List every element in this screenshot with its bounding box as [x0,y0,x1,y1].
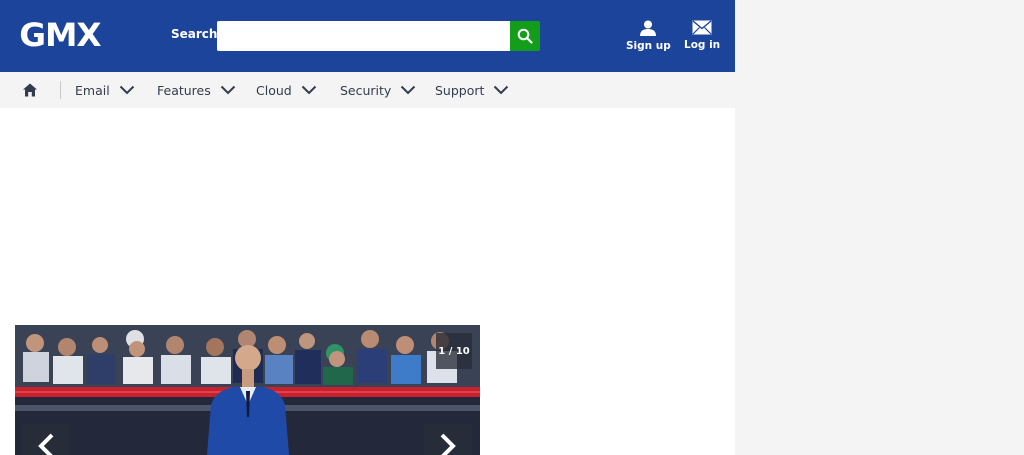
nav-item-features[interactable]: Features [157,72,236,108]
nav-item-email[interactable]: Email [75,72,135,108]
chevron-down-icon [401,85,416,95]
nav-divider [60,81,61,99]
gmx-logo[interactable]: GMX [19,17,101,53]
nav-item-support[interactable]: Support [435,72,509,108]
search-input[interactable] [217,21,510,51]
chevron-left-icon [38,433,54,455]
login-label: Log in [684,39,721,51]
user-icon [640,20,657,36]
nav-item-label: Features [157,82,211,98]
nav-item-label: Email [75,82,110,98]
nav-item-security[interactable]: Security [340,72,416,108]
chevron-down-icon [220,85,235,95]
photo-gallery[interactable] [15,325,480,455]
page-content: GMX Search Sign up Log in Email Features… [0,0,735,455]
login-link[interactable]: Log in [684,20,720,51]
search-button[interactable] [510,21,540,51]
gallery-next-button[interactable] [424,424,472,455]
gallery-photo [15,325,480,455]
search-icon [517,28,533,44]
chevron-down-icon [119,85,134,95]
nav-item-label: Support [435,82,485,98]
chevron-down-icon [301,85,316,95]
nav-item-cloud[interactable]: Cloud [256,72,317,108]
gallery-counter: 1 / 10 [436,333,472,369]
chevron-right-icon [440,433,456,455]
chevron-down-icon [494,85,509,95]
nav-item-label: Security [340,82,392,98]
site-header: GMX Search Sign up Log in [0,0,735,72]
home-icon[interactable] [22,82,38,98]
gallery-prev-button[interactable] [22,424,70,455]
main-nav: Email Features Cloud Security Support [0,72,735,108]
signup-link[interactable]: Sign up [626,20,671,52]
signup-label: Sign up [626,40,671,52]
mail-icon [692,20,712,35]
search-label: Search [171,27,218,41]
nav-item-label: Cloud [256,82,292,98]
